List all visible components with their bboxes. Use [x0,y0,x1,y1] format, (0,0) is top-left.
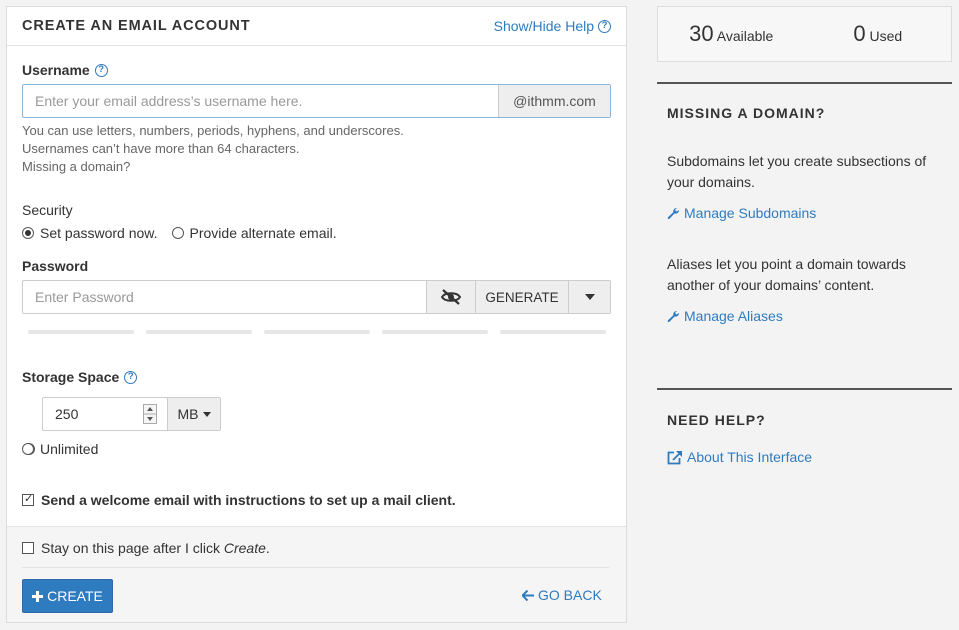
about-interface-label: About This Interface [687,449,813,465]
missing-domain-link[interactable]: Missing a domain? [22,158,130,176]
password-strength-segment [382,330,488,334]
manage-aliases-label: Manage Aliases [684,308,783,324]
toggle-visibility-button[interactable] [426,281,475,313]
storage-input-group: MB [42,397,221,431]
eye-slash-icon [440,289,462,305]
used-stat: 0 Used [805,21,952,47]
password-strength-segment [500,330,606,334]
set-password-label[interactable]: Set password now. [40,225,158,241]
welcome-email-label[interactable]: Send a welcome email with instructions t… [41,492,456,508]
alternate-email-radio[interactable] [171,227,184,239]
alternate-email-label[interactable]: Provide alternate email. [190,225,337,241]
about-interface-link[interactable]: About This Interface [667,449,812,465]
available-count: 30 [689,21,714,46]
welcome-email-checkbox[interactable] [22,492,34,506]
password-label: Password [22,258,89,274]
stay-on-page-checkbox[interactable] [22,542,34,554]
aliases-description: Aliases let you point a domain towards a… [667,256,906,293]
spinner-icon [143,404,157,424]
caret-down-icon [202,411,211,417]
used-count: 0 [853,21,866,46]
manage-aliases-link[interactable]: Manage Aliases [667,308,783,324]
username-hint-2: Usernames can’t have more than 64 charac… [22,141,300,156]
arrow-left-icon [522,589,534,601]
go-back-link[interactable]: GO BACK [522,587,602,603]
storage-label-row: Storage Space ? [22,369,138,385]
divider [657,388,952,390]
password-strength-segment [264,330,370,334]
subdomains-description: Subdomains let you create subsections of… [667,153,927,190]
storage-unit-dropdown[interactable]: MB [167,398,220,430]
used-label: Used [869,28,903,44]
create-button-label: CREATE [47,588,103,604]
welcome-email-option: Send a welcome email with instructions t… [22,492,456,508]
username-input-group: @ithmm.com [22,84,611,118]
wrench-icon [667,207,680,219]
username-label: Username [22,62,90,78]
password-strength-segment [146,330,252,334]
storage-quota-input[interactable] [43,398,143,430]
security-options: Set password now. Provide alternate emai… [22,225,337,241]
go-back-label: GO BACK [538,587,602,603]
available-label: Available [716,28,774,44]
show-hide-help-label: Show/Hide Help [493,18,594,34]
available-stat: 30 Available [658,21,805,47]
stay-on-page-prefix: Stay on this page after I click [41,540,224,556]
stay-on-page-suffix: . [265,540,270,556]
stay-on-page-label[interactable]: Stay on this page after I click Create. [41,540,270,556]
storage-label: Storage Space [22,369,120,385]
storage-unlimited-radio[interactable] [22,443,34,455]
manage-subdomains-link[interactable]: Manage Subdomains [667,205,816,221]
password-input[interactable] [23,281,426,313]
password-input-group: GENERATE [22,280,611,314]
storage-unlimited-option: Unlimited [22,441,98,457]
account-usage-stats: 30 Available 0 Used [657,6,952,62]
password-strength-segment [28,330,134,334]
missing-domain-heading: MISSING A DOMAIN? [667,105,826,121]
generate-options-dropdown[interactable] [568,281,610,313]
storage-unlimited-label[interactable]: Unlimited [40,441,98,457]
question-icon[interactable]: ? [94,63,108,77]
plus-icon [32,590,44,602]
caret-down-icon [584,294,595,300]
panel-header: CREATE AN EMAIL ACCOUNT Show/Hide Help ? [7,7,626,46]
username-hint-1: You can use letters, numbers, periods, h… [22,123,404,138]
storage-unit-label: MB [177,406,199,422]
need-help-heading: NEED HELP? [667,412,766,428]
footer-divider [22,567,609,568]
security-label: Security [22,202,73,218]
quota-spinner[interactable] [143,398,161,430]
wrench-icon [667,310,680,322]
username-input[interactable] [23,85,498,117]
stay-on-page-emph: Create [223,540,266,556]
panel-title: CREATE AN EMAIL ACCOUNT [22,18,251,34]
domain-suffix: @ithmm.com [498,85,610,117]
form-footer: Stay on this page after I click Create. … [7,526,626,622]
set-password-radio[interactable] [22,227,34,239]
username-label-row: Username ? [22,62,108,78]
divider [657,82,952,84]
show-hide-help-link[interactable]: Show/Hide Help ? [494,18,611,34]
stay-on-page-option: Stay on this page after I click Create. [22,540,270,556]
create-button[interactable]: CREATE [22,579,113,613]
question-icon[interactable]: ? [124,370,138,384]
manage-subdomains-label: Manage Subdomains [684,205,817,221]
external-link-icon [667,450,682,464]
question-icon: ? [598,19,611,33]
generate-password-button[interactable]: GENERATE [475,281,568,313]
create-email-account-panel: CREATE AN EMAIL ACCOUNT Show/Hide Help ?… [6,6,627,623]
